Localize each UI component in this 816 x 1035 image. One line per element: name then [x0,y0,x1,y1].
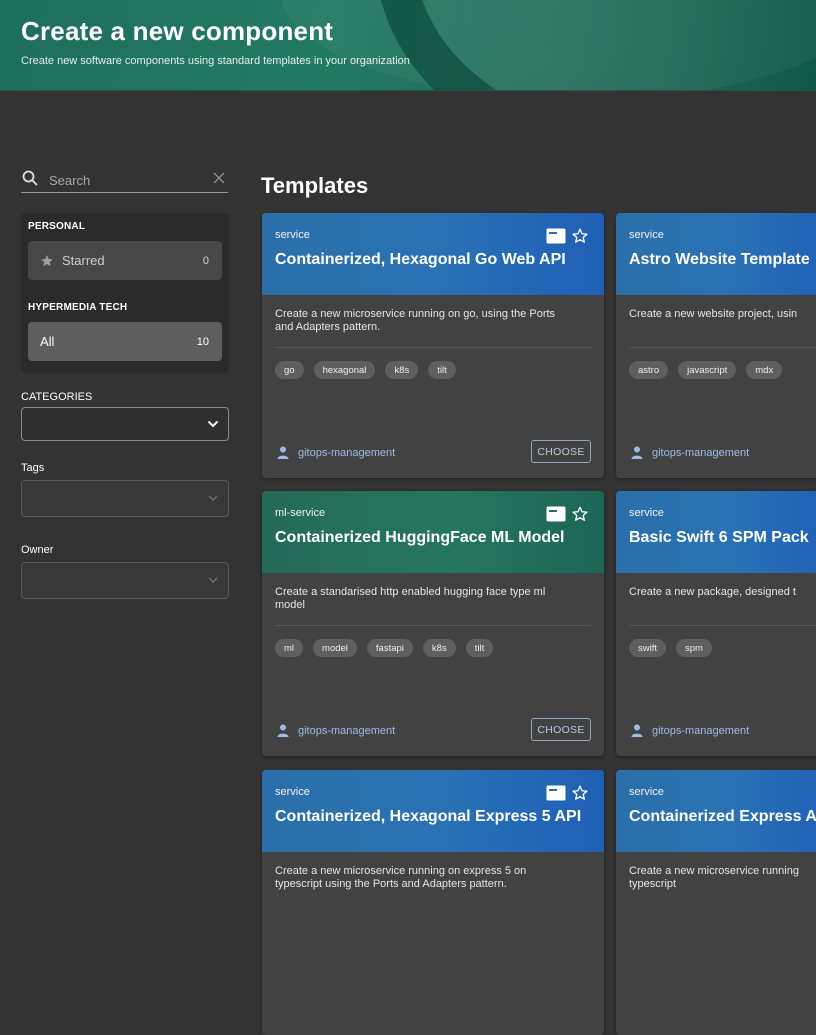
docs-icon[interactable] [546,506,566,522]
owner-link[interactable]: gitops-management [631,446,749,459]
page-header: Create a new component Create new softwa… [0,0,816,91]
choose-button[interactable]: CHOOSE [531,440,591,463]
owner-select[interactable] [21,562,229,599]
card-description: Create a new microservice running on exp… [275,865,527,890]
tag-chip[interactable]: k8s [385,361,419,379]
tag-chip[interactable]: spm [676,639,712,657]
tag-list: swift spm [629,639,712,657]
card-title: Astro Website Template [629,251,810,268]
choose-button[interactable]: CHOOSE [531,718,591,741]
group-section-label: HYPERMEDIA TECH [28,302,128,313]
starred-label: Starred [62,253,105,268]
tag-chip[interactable]: model [313,639,357,657]
owner-link[interactable]: gitops-management [277,724,395,737]
owner-name: gitops-management [652,724,750,737]
card-description: Create a new website project, usin [629,308,798,320]
star-outline-icon[interactable] [571,227,589,245]
starred-count: 0 [202,254,209,267]
tag-chip[interactable]: tilt [428,361,456,379]
owner-name: gitops-management [652,446,750,459]
docs-icon[interactable] [546,785,566,801]
page-title: Create a new component [21,16,334,46]
user-icon [277,724,289,737]
card-title: Containerized Express A [629,808,816,825]
all-filter[interactable]: All 10 [28,322,222,361]
owner-name: gitops-management [298,446,396,459]
page-subtitle: Create new software components using sta… [21,55,410,67]
tag-chip[interactable]: mdx [746,361,783,379]
template-card: service Astro Website Template Create a … [616,213,816,478]
tag-list: go hexagonal k8s tilt [275,361,456,379]
personal-section-label: PERSONAL [28,221,86,232]
search-bar[interactable] [21,166,228,193]
star-icon [41,254,53,266]
tags-label: Tags [21,462,45,474]
tag-chip[interactable]: fastapi [366,639,413,657]
card-title: Containerized, Hexagonal Go Web API [275,251,566,268]
card-title: Basic Swift 6 SPM Pack [629,529,809,546]
templates-heading: Templates [261,173,369,198]
user-icon [277,446,289,459]
user-list-picker: PERSONAL Starred 0 HYPERMEDIA TECH All 1… [21,213,229,373]
tags-select[interactable] [21,480,229,517]
all-label: All [40,334,55,349]
template-card: service Containerized, Hexagonal Go Web … [262,213,604,478]
tag-chip[interactable]: swift [629,639,666,657]
docs-icon[interactable] [546,228,566,244]
template-card: service Basic Swift 6 SPM Pack Create a … [616,491,816,756]
card-description: Create a new microservice running typesc… [629,865,799,890]
card-description: Create a new package, designed t [629,586,796,598]
all-count: 10 [196,335,209,348]
chevron-down-icon [208,495,218,502]
chevron-down-icon [207,420,219,428]
tag-chip[interactable]: hexagonal [313,361,376,379]
card-description: Create a new microservice running on go,… [275,308,556,333]
tag-list: ml model fastapi k8s tilt [275,639,494,657]
tag-chip[interactable]: tilt [465,639,494,657]
tag-list: astro javascript mdx [629,361,783,379]
user-icon [631,446,643,459]
owner-link[interactable]: gitops-management [277,446,395,459]
card-type: service [275,229,310,241]
card-description: Create a standarised http enabled huggin… [275,586,546,611]
star-outline-icon[interactable] [571,784,589,802]
categories-select[interactable] [21,407,229,441]
card-type: service [275,786,310,798]
tag-chip[interactable]: k8s [422,639,456,657]
clear-icon[interactable] [213,172,225,184]
template-card: ml-service Containerized HuggingFace ML … [262,491,604,756]
card-title: Containerized HuggingFace ML Model [275,529,565,546]
template-card: service Containerized, Hexagonal Express… [262,770,604,1035]
owner-name: gitops-management [298,724,396,737]
owner-label: Owner [21,544,54,556]
card-title: Containerized, Hexagonal Express 5 API [275,808,582,825]
owner-link[interactable]: gitops-management [631,724,749,737]
tag-chip[interactable]: javascript [678,361,737,379]
star-outline-icon[interactable] [571,505,589,523]
card-type: service [629,786,664,798]
starred-filter[interactable]: Starred 0 [28,241,222,280]
search-icon [22,170,38,186]
search-input[interactable] [47,169,211,191]
chevron-down-icon [208,577,218,584]
template-card: service Containerized Express A Create a… [616,770,816,1035]
categories-label: CATEGORIES [21,391,93,403]
card-type: service [629,229,664,241]
card-type: service [629,507,664,519]
tag-chip[interactable]: astro [629,361,669,379]
user-icon [631,724,643,737]
tag-chip[interactable]: go [275,361,304,379]
tag-chip[interactable]: ml [275,639,304,657]
card-type: ml-service [275,507,326,519]
